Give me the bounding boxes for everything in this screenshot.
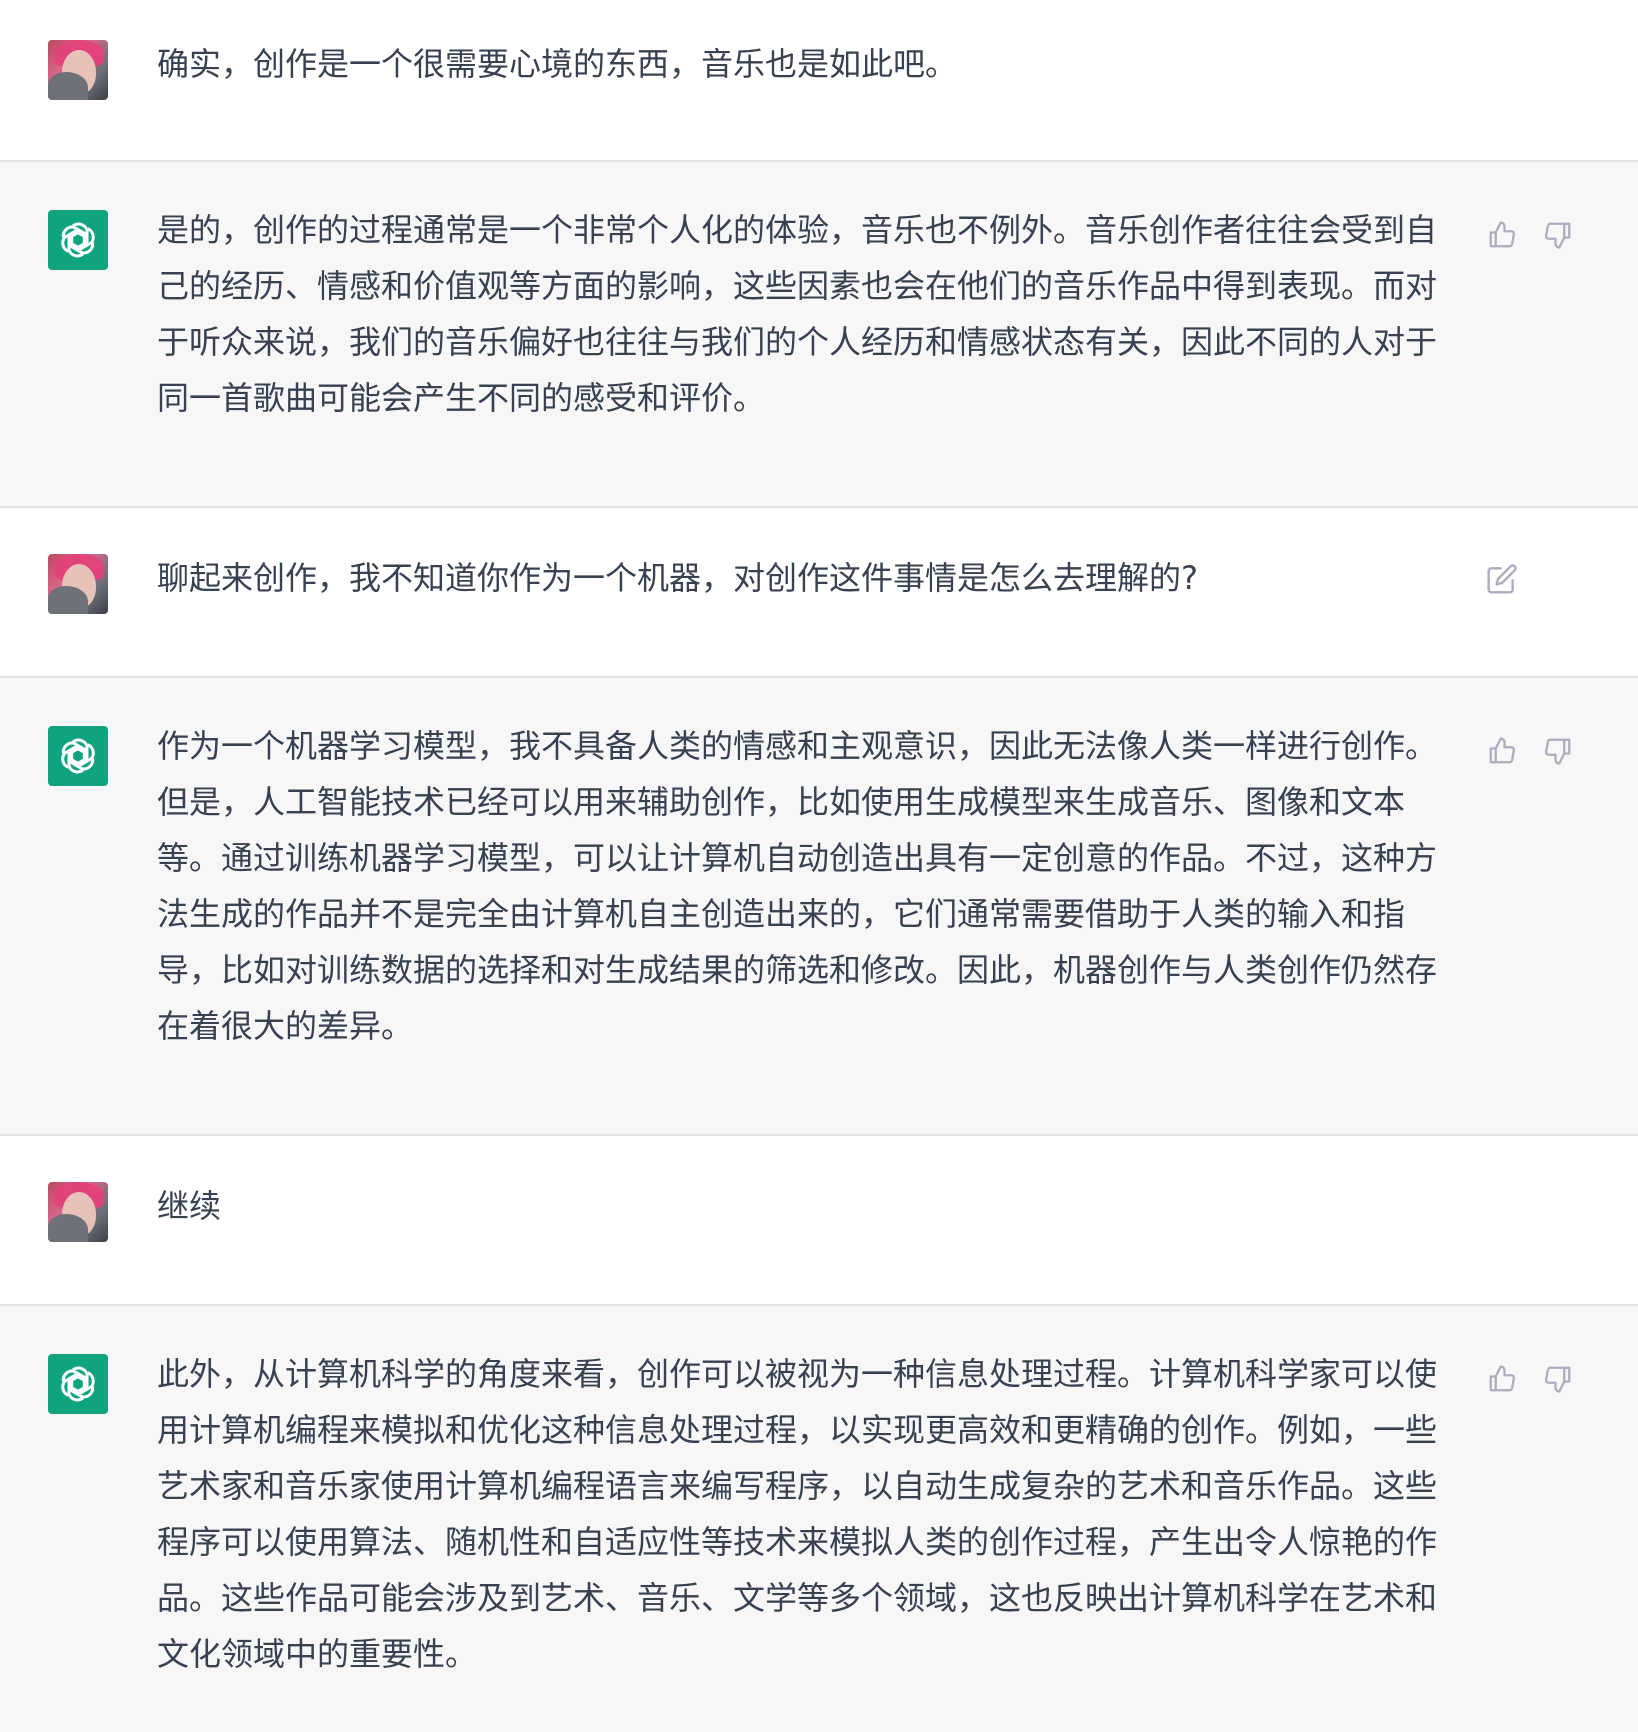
- thumbs-up-icon[interactable]: [1485, 218, 1519, 252]
- user-avatar: [48, 40, 108, 100]
- thumbs-down-icon[interactable]: [1541, 734, 1575, 768]
- user-message: 确实，创作是一个很需要心境的东西，音乐也是如此吧。: [0, 0, 1638, 162]
- user-message: 继续: [0, 1136, 1638, 1306]
- thumbs-up-icon[interactable]: [1485, 1362, 1519, 1396]
- openai-logo-icon: [48, 210, 108, 270]
- openai-logo-icon: [48, 726, 108, 786]
- assistant-message: 此外，从计算机科学的角度来看，创作可以被视为一种信息处理过程。计算机科学家可以使…: [0, 1306, 1638, 1732]
- message-text: 是的，创作的过程通常是一个非常个人化的体验，音乐也不例外。音乐创作者往往会受到自…: [157, 211, 1438, 417]
- openai-logo-icon: [48, 1354, 108, 1414]
- edit-icon[interactable]: [1485, 562, 1519, 596]
- chat-thread: 确实，创作是一个很需要心境的东西，音乐也是如此吧。 是的，创作的过程通常是一个非…: [0, 0, 1638, 1732]
- message-text: 此外，从计算机科学的角度来看，创作可以被视为一种信息处理过程。计算机科学家可以使…: [157, 1355, 1438, 1673]
- message-text: 继续: [157, 1187, 222, 1225]
- user-avatar: [48, 554, 108, 614]
- user-message: 聊起来创作，我不知道你作为一个机器，对创作这件事情是怎么去理解的?: [0, 508, 1638, 678]
- message-text: 作为一个机器学习模型，我不具备人类的情感和主观意识，因此无法像人类一样进行创作。…: [157, 727, 1438, 1045]
- thumbs-down-icon[interactable]: [1541, 218, 1575, 252]
- thumbs-down-icon[interactable]: [1541, 1362, 1575, 1396]
- assistant-message: 作为一个机器学习模型，我不具备人类的情感和主观意识，因此无法像人类一样进行创作。…: [0, 678, 1638, 1136]
- message-text: 聊起来创作，我不知道你作为一个机器，对创作这件事情是怎么去理解的?: [157, 559, 1198, 597]
- thumbs-up-icon[interactable]: [1485, 734, 1519, 768]
- assistant-message: 是的，创作的过程通常是一个非常个人化的体验，音乐也不例外。音乐创作者往往会受到自…: [0, 162, 1638, 508]
- user-avatar: [48, 1182, 108, 1242]
- message-text: 确实，创作是一个很需要心境的东西，音乐也是如此吧。: [157, 45, 958, 83]
